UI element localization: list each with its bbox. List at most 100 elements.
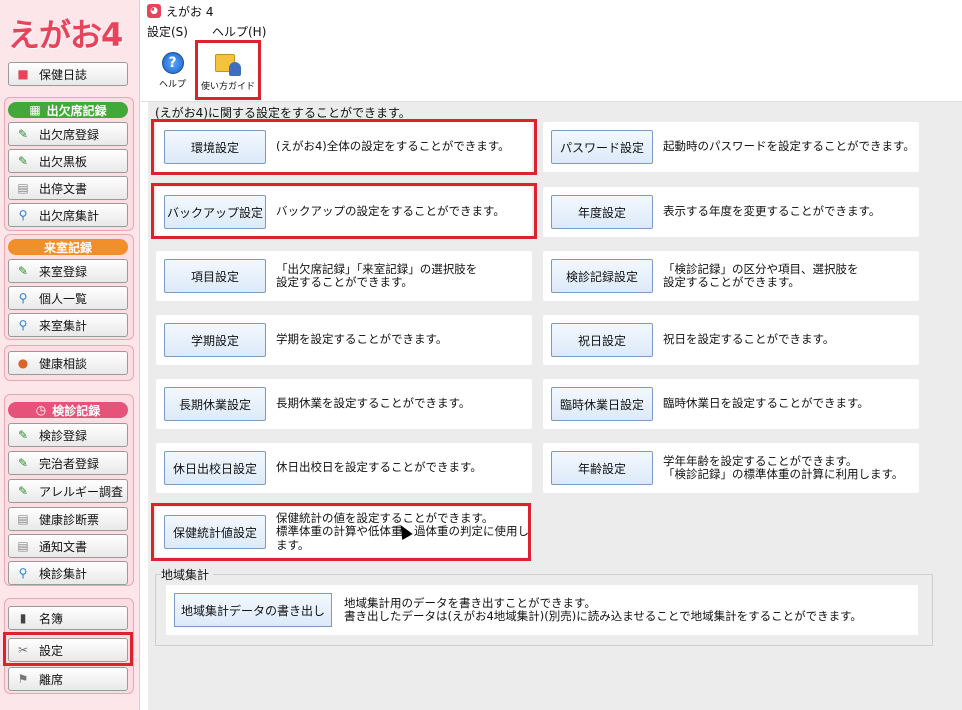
sidebar-item-label: 完治者登録 bbox=[39, 456, 100, 471]
sidebar-item-kenshin-shukei[interactable]: ⚲ 検診集計 bbox=[8, 561, 128, 585]
sidebar-item-meibo[interactable]: ▮ 名簿 bbox=[8, 606, 128, 630]
person-icon: ● bbox=[17, 356, 29, 370]
setting-card: 年齢設定 学年年齢を設定することができます。 「検診記録」の標準体重の計算に利用… bbox=[543, 443, 919, 493]
sidebar-item-label: 検診登録 bbox=[39, 428, 88, 443]
pencil-icon: ✎ bbox=[17, 127, 29, 141]
setting-card: 検診記録設定 「検診記録」の区分や項目、選択肢を 設定することができます。 bbox=[543, 251, 919, 301]
chouki-kyugyo-settei-button[interactable]: 長期休業設定 bbox=[164, 387, 266, 421]
menu-settings[interactable]: 設定(S) bbox=[147, 23, 188, 40]
sidebar-item-kanchisha-touroku[interactable]: ✎ 完治者登録 bbox=[8, 451, 128, 475]
sidebar-item-tsuchi-bunsho[interactable]: ▤ 通知文書 bbox=[8, 534, 128, 558]
password-settei-button[interactable]: パスワード設定 bbox=[551, 130, 653, 164]
backup-highlight-frame bbox=[151, 183, 537, 239]
sidebar-item-shuttei-bunsho[interactable]: ▤ 出停文書 bbox=[8, 176, 128, 200]
sidebar-item-label: 検診集計 bbox=[39, 566, 88, 581]
sidebar-item-raishitsu-shukei[interactable]: ⚲ 来室集計 bbox=[8, 313, 128, 337]
settei-highlight-frame bbox=[3, 632, 133, 666]
nenrei-settei-button[interactable]: 年齢設定 bbox=[551, 451, 653, 485]
sidebar-item-label: 個人一覧 bbox=[39, 291, 88, 306]
sidebar-item-label: 健康診断票 bbox=[39, 512, 100, 527]
app-logo: えがお4 bbox=[8, 16, 123, 54]
kenshin-group-header: ◷ 検診記録 bbox=[8, 402, 128, 418]
sidebar-item-kenko-soudan[interactable]: ● 健康相談 bbox=[8, 351, 128, 375]
setting-desc: 休日出校日を設定することができます。 bbox=[276, 460, 482, 475]
setting-card: 長期休業設定 長期休業を設定することができます。 bbox=[156, 379, 532, 429]
sidebar-item-hoken-nisshi[interactable]: ■ 保健日誌 bbox=[8, 62, 128, 86]
sidebar-item-label: 健康相談 bbox=[39, 356, 88, 371]
pencil-icon: ✎ bbox=[17, 456, 29, 470]
kyujitsu-shukkoubi-settei-button[interactable]: 休日出校日設定 bbox=[164, 451, 266, 485]
setting-desc: 臨時休業日を設定することができます。 bbox=[663, 396, 869, 411]
kenshin-kiroku-settei-button[interactable]: 検診記録設定 bbox=[551, 259, 653, 293]
raishitsu-group-header: 来室記録 bbox=[8, 239, 128, 255]
shukketsu-group-header: ▦ 出欠席記録 bbox=[8, 102, 128, 118]
leave-icon: ⚑ bbox=[17, 672, 29, 686]
sidebar-item-shukketsu-kokuban[interactable]: ✎ 出欠黒板 bbox=[8, 149, 128, 173]
sidebar: えがお4 ■ 保健日誌 ▦ 出欠席記録 ✎ 出欠席登録 ✎ 出欠黒板 ▤ 出停文… bbox=[0, 0, 140, 710]
setting-card: 年度設定 表示する年度を変更することができます。 bbox=[543, 187, 919, 237]
menubar: 設定(S) ヘルプ(H) bbox=[141, 22, 962, 40]
setting-card: 項目設定 「出欠席記録」「来室記録」の選択肢を 設定することができます。 bbox=[156, 251, 532, 301]
group-label: 検診記録 bbox=[52, 403, 101, 418]
menu-help[interactable]: ヘルプ(H) bbox=[212, 23, 266, 40]
sidebar-item-label: 名簿 bbox=[39, 611, 64, 626]
sidebar-item-kojin-ichiran[interactable]: ⚲ 個人一覧 bbox=[8, 286, 128, 310]
setting-card: 学期設定 学期を設定することができます。 bbox=[156, 315, 532, 365]
window-titlebar: ◕ えがお 4 bbox=[141, 0, 962, 22]
koumoku-settei-button[interactable]: 項目設定 bbox=[164, 259, 266, 293]
pencil-icon: ✎ bbox=[17, 264, 29, 278]
sidebar-item-label: 出停文書 bbox=[39, 181, 88, 196]
pencil-icon: ✎ bbox=[17, 428, 29, 442]
nendo-settei-button[interactable]: 年度設定 bbox=[551, 195, 653, 229]
pencil-icon: ✎ bbox=[17, 154, 29, 168]
document-icon: ▤ bbox=[17, 512, 29, 526]
sidebar-item-label: 保健日誌 bbox=[39, 67, 88, 82]
help-icon: ? bbox=[161, 52, 184, 74]
magnifier-icon: ⚲ bbox=[18, 566, 28, 580]
shukujitsu-settei-button[interactable]: 祝日設定 bbox=[551, 323, 653, 357]
diary-icon: ■ bbox=[17, 67, 29, 81]
sidebar-item-label: アレルギー調査 bbox=[39, 484, 124, 499]
gakki-settei-button[interactable]: 学期設定 bbox=[164, 323, 266, 357]
clock-icon: ◷ bbox=[35, 403, 47, 417]
sidebar-item-kenshin-touroku[interactable]: ✎ 検診登録 bbox=[8, 423, 128, 447]
region-card: 地域集計データの書き出し 地域集計用のデータを書き出すことができます。 書き出し… bbox=[166, 585, 918, 635]
sidebar-item-shukketsu-touroku[interactable]: ✎ 出欠席登録 bbox=[8, 122, 128, 146]
kankyo-highlight-frame bbox=[151, 119, 537, 175]
region-export-button[interactable]: 地域集計データの書き出し bbox=[174, 593, 332, 627]
sidebar-item-shukketsu-shukei[interactable]: ⚲ 出欠席集計 bbox=[8, 203, 128, 227]
guide-highlight-frame bbox=[195, 40, 261, 100]
sidebar-item-label: 来室集計 bbox=[39, 318, 88, 333]
sidebar-item-allergy-chousa[interactable]: ✎ アレルギー調査 bbox=[8, 479, 128, 503]
sidebar-item-kenko-shindanhyo[interactable]: ▤ 健康診断票 bbox=[8, 507, 128, 531]
group-label: 来室記録 bbox=[43, 240, 92, 255]
sidebar-item-raishitsu-touroku[interactable]: ✎ 来室登録 bbox=[8, 259, 128, 283]
toolbar: ? ヘルプ 使い方ガイド bbox=[141, 40, 962, 102]
setting-desc: 起動時のパスワードを設定することができます。 bbox=[663, 139, 915, 154]
setting-card: 臨時休業日設定 臨時休業日を設定することができます。 bbox=[543, 379, 919, 429]
sidebar-item-riseki[interactable]: ⚑ 離席 bbox=[8, 667, 128, 691]
setting-card: 休日出校日設定 休日出校日を設定することができます。 bbox=[156, 443, 532, 493]
setting-desc: 「出欠席記録」「来室記録」の選択肢を 設定することができます。 bbox=[276, 261, 478, 289]
sidebar-item-label: 離席 bbox=[39, 672, 64, 687]
help-label: ヘルプ bbox=[159, 80, 187, 90]
help-button[interactable]: ? ヘルプ bbox=[159, 52, 186, 90]
setting-card: 祝日設定 祝日を設定することができます。 bbox=[543, 315, 919, 365]
setting-desc: 表示する年度を変更することができます。 bbox=[663, 204, 881, 219]
sidebar-item-label: 通知文書 bbox=[39, 539, 88, 554]
magnifier-icon: ⚲ bbox=[18, 318, 28, 332]
document-icon: ▤ bbox=[17, 181, 29, 195]
region-desc: 地域集計用のデータを書き出すことができます。 書き出したデータは(えがお4地域集… bbox=[344, 595, 862, 623]
window-title: えがお 4 bbox=[166, 4, 214, 19]
setting-card: パスワード設定 起動時のパスワードを設定することができます。 bbox=[543, 122, 919, 172]
pencil-icon: ✎ bbox=[17, 484, 29, 498]
magnifier-icon: ⚲ bbox=[18, 208, 28, 222]
toukeichi-highlight-frame bbox=[151, 503, 531, 561]
rinji-kyugyobi-settei-button[interactable]: 臨時休業日設定 bbox=[551, 387, 653, 421]
setting-desc: 祝日を設定することができます。 bbox=[663, 332, 835, 347]
region-section-label: 地域集計 bbox=[161, 566, 214, 583]
sidebar-item-label: 出欠席登録 bbox=[39, 127, 100, 142]
sidebar-item-label: 来室登録 bbox=[39, 264, 88, 279]
setting-desc: 「検診記録」の区分や項目、選択肢を 設定することができます。 bbox=[663, 261, 859, 289]
calendar-icon: ▦ bbox=[29, 103, 41, 117]
